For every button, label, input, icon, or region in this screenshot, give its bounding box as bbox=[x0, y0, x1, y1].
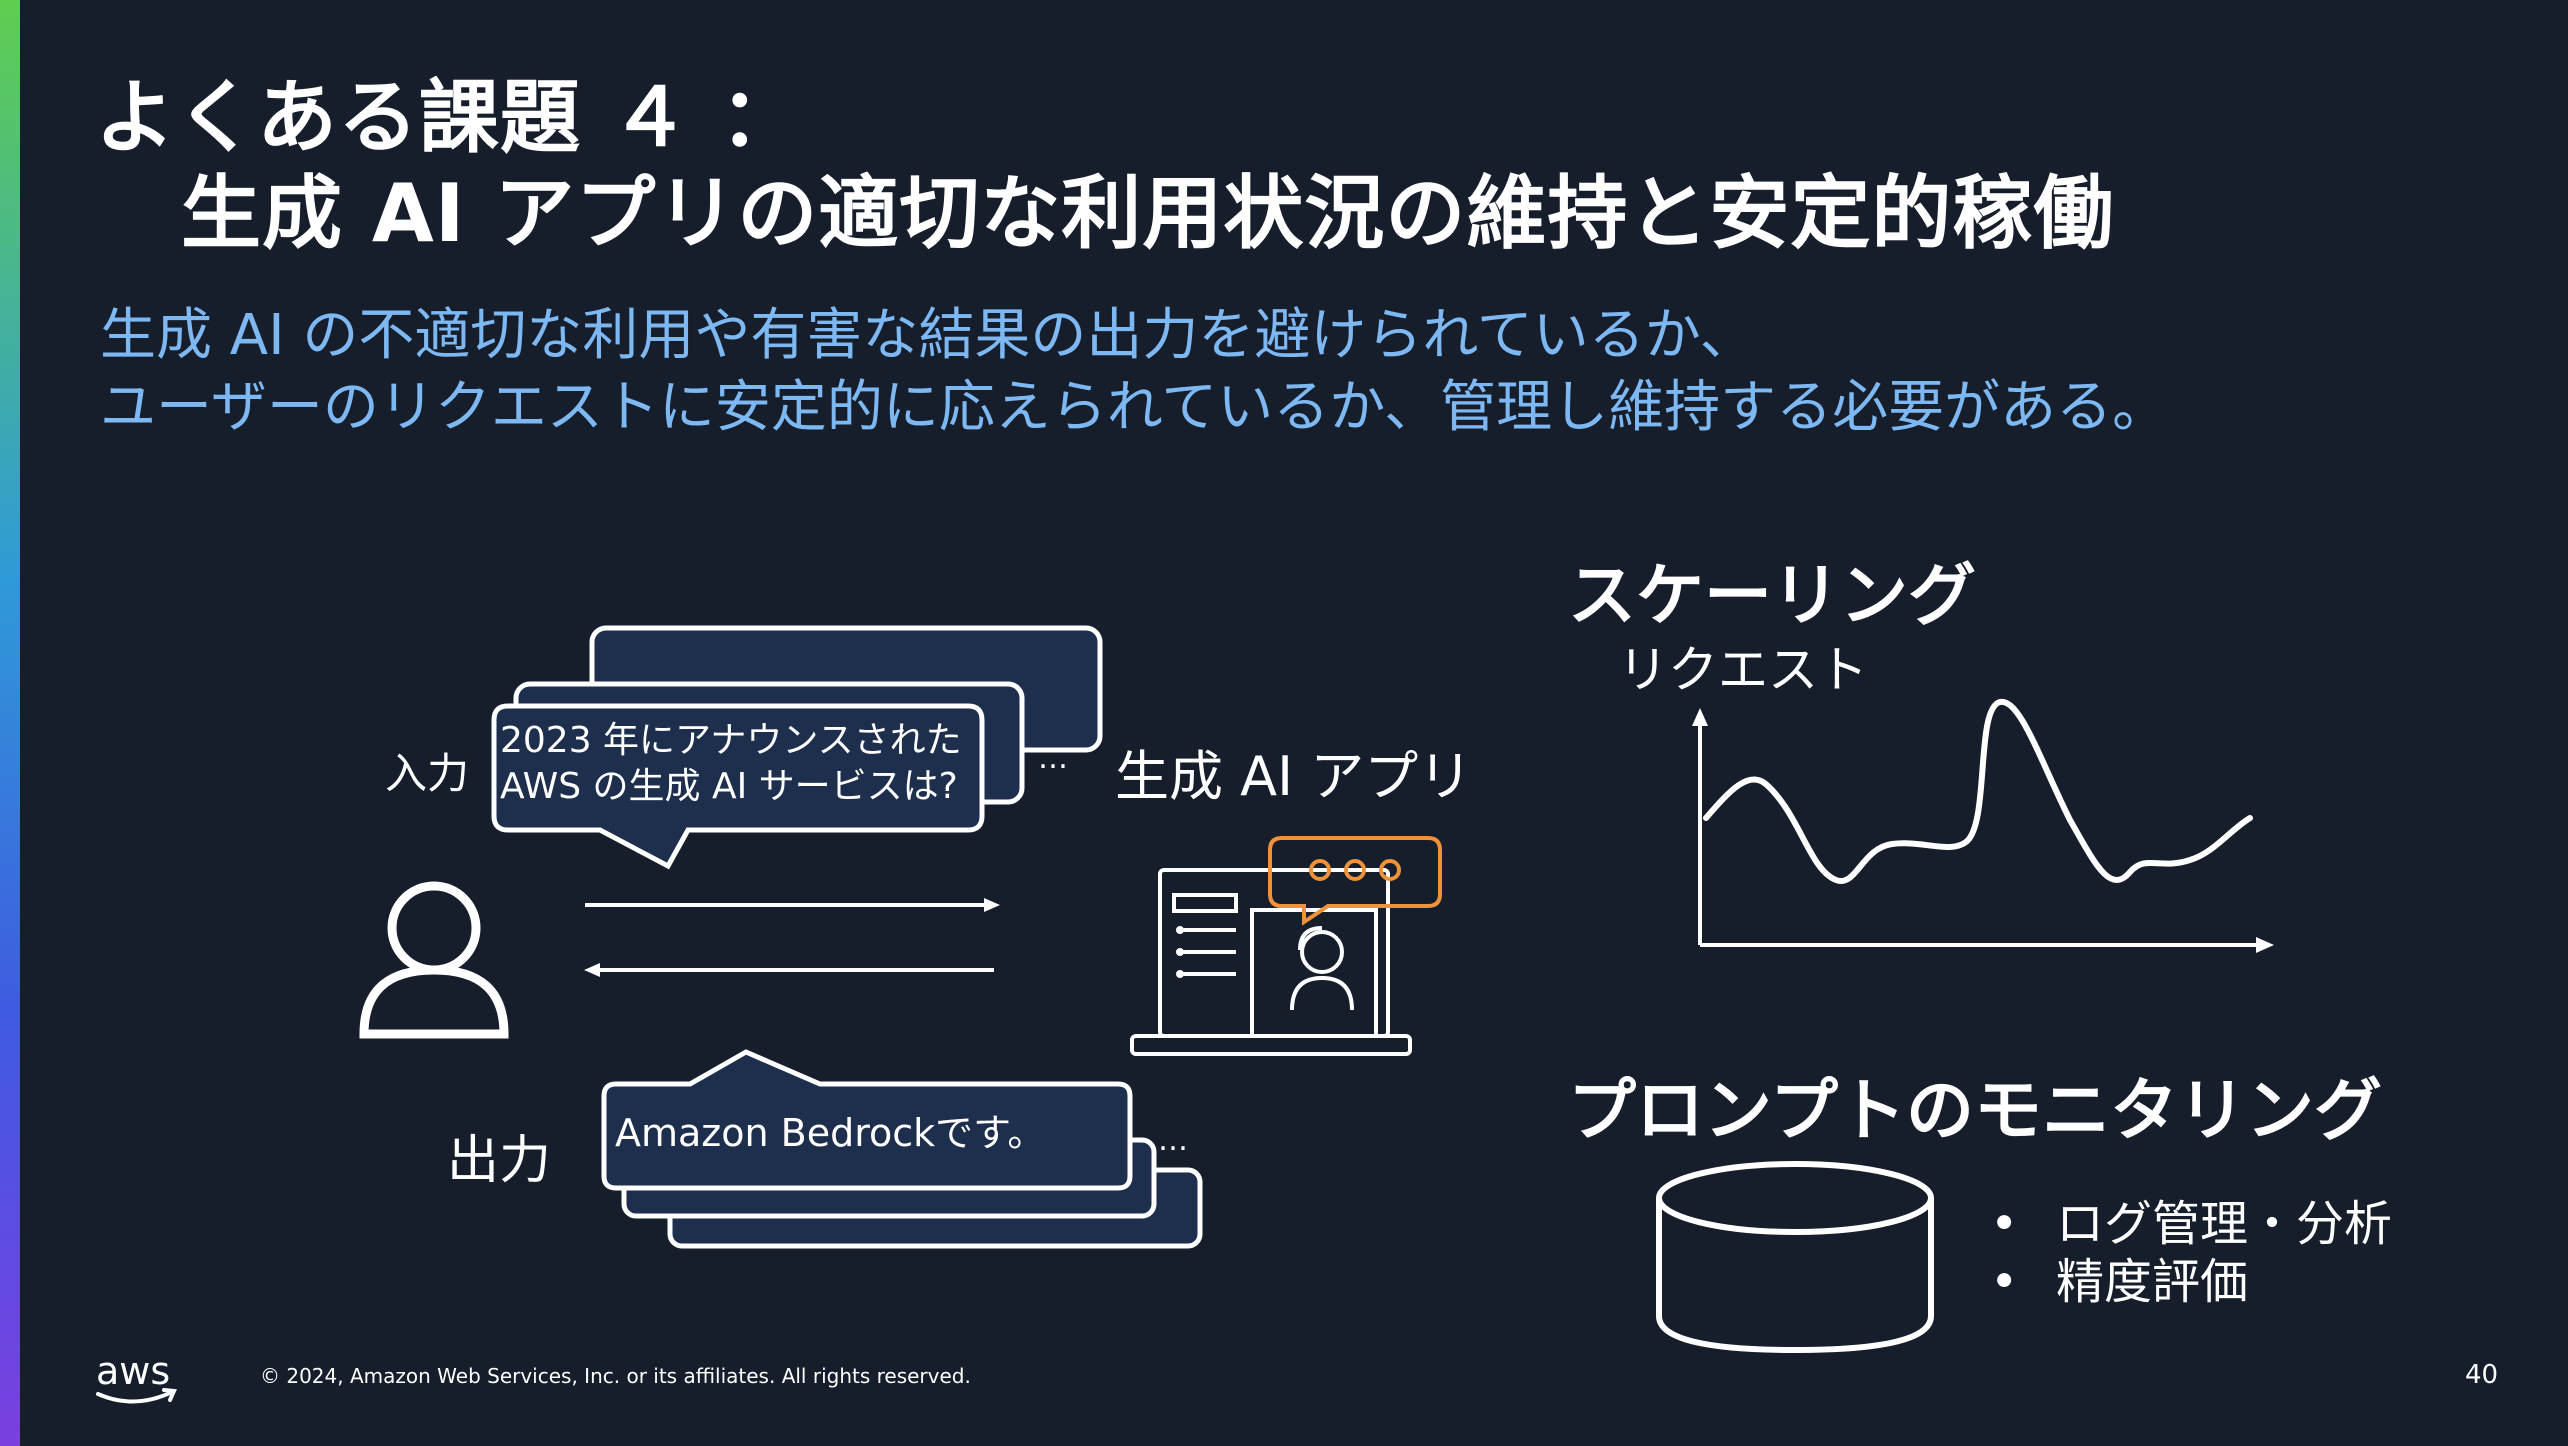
slide: よくある課題 ４ ： 生成 AI アプリの適切な利用状況の維持と安定的稼働 生成… bbox=[0, 0, 2568, 1446]
output-label: 出力 bbox=[447, 1131, 552, 1191]
database-icon bbox=[1656, 1161, 1934, 1354]
aws-logo: aws bbox=[92, 1348, 182, 1414]
genai-app-label: 生成 AI アプリ bbox=[1115, 745, 1473, 808]
footer-copyright: © 2024, Amazon Web Services, Inc. or its… bbox=[260, 1364, 971, 1388]
bullet-log-analysis: ログ管理・分析 bbox=[1990, 1195, 2392, 1253]
response-arrow bbox=[584, 963, 994, 977]
monitoring-heading: プロンプトのモニタリング bbox=[1568, 1072, 2382, 1151]
monitoring-bullet-list: ログ管理・分析 精度評価 bbox=[1990, 1195, 2392, 1311]
bullet-accuracy-evaluation: 精度評価 bbox=[1990, 1253, 2392, 1311]
question-line-1: 2023 年にアナウンスされた bbox=[500, 720, 962, 761]
answer-text: Amazon Bedrockです。 bbox=[615, 1111, 1046, 1155]
aws-smile-icon bbox=[96, 1390, 174, 1404]
question-ellipsis: … bbox=[1038, 741, 1068, 776]
chart-y-axis-arrowhead bbox=[1692, 708, 1708, 726]
chart-x-axis-arrowhead bbox=[2256, 937, 2274, 953]
request-arrow bbox=[585, 898, 1000, 912]
question-text: 2023 年にアナウンスされた AWS の生成 AI サービスは? bbox=[500, 718, 962, 810]
chart-y-axis-label: リクエスト bbox=[1618, 641, 1868, 699]
scaling-chart bbox=[1692, 698, 2274, 953]
page-number: 40 bbox=[2465, 1360, 2499, 1390]
answer-ellipsis: … bbox=[1158, 1123, 1188, 1158]
scaling-heading: スケーリング bbox=[1568, 557, 1977, 636]
input-label: 入力 bbox=[385, 749, 470, 798]
user-icon bbox=[359, 881, 509, 1039]
question-line-2: AWS の生成 AI サービスは? bbox=[500, 766, 958, 807]
request-trend-line bbox=[1703, 698, 2253, 884]
aws-logo-text: aws bbox=[96, 1349, 170, 1393]
